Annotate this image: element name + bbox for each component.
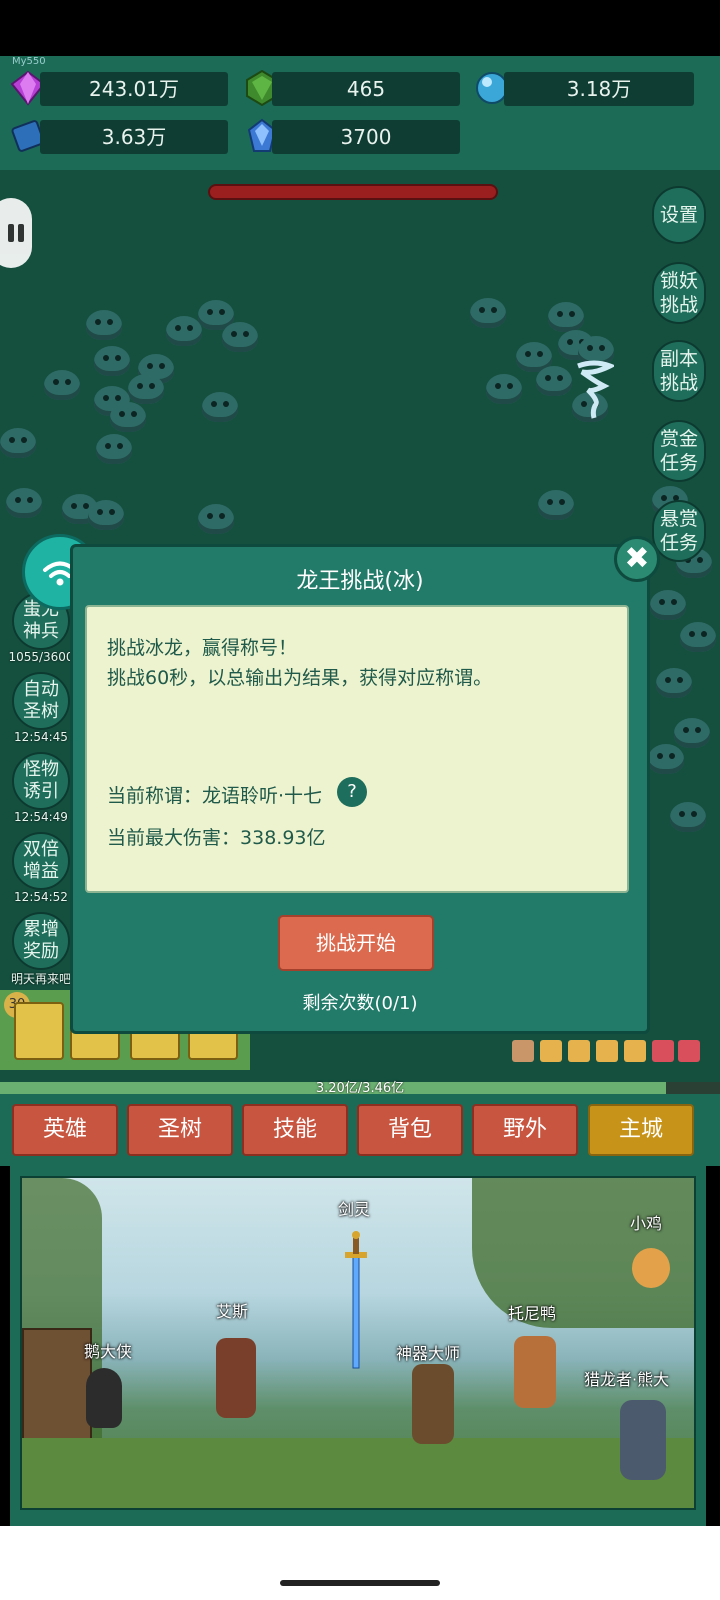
monster [166,316,202,346]
monster [470,298,506,328]
monster [648,744,684,774]
monster [202,392,238,422]
tab-skill[interactable]: 技能 [242,1104,348,1156]
main-tabs: 英雄 圣树 技能 背包 野外 主城 [0,1094,720,1166]
dungeon-challenge-button[interactable]: 副本 挑战 [652,340,706,402]
current-title-label: 当前称谓： [107,785,203,807]
pause-button[interactable] [0,198,32,268]
monster [670,802,706,832]
monster [198,504,234,534]
npc-label-goose-hero: 鹅大侠 [84,1342,133,1361]
dialog-body: 挑战冰龙，赢得称号！ 挑战60秒，以总输出为结果，获得对应称谓。 当前称谓：龙语… [85,605,629,893]
sword-spirit-icon [345,1231,367,1369]
monster [650,590,686,620]
player-tag: My550 [12,56,46,67]
system-nav-bar [0,1526,720,1600]
monster [0,428,36,458]
tab-wild[interactable]: 野外 [472,1104,578,1156]
double-buff-button[interactable]: 双倍 增益 [12,832,70,890]
buff-icon [512,1040,534,1062]
monster [88,500,124,530]
close-icon[interactable]: ✖ [614,536,660,582]
green-crystal-count: 465 [272,72,460,106]
monster-lure-button[interactable]: 怪物 诱引 [12,752,70,810]
main-city-scene: 剑灵 小鸡 艾斯 托尼鸭 鹅大侠 神器大师 猎龙者·熊大 [10,1166,706,1526]
current-title-value: 龙语聆听·十七 [202,785,323,807]
help-button[interactable]: ? [337,777,367,807]
tab-bag[interactable]: 背包 [357,1104,463,1156]
lock-demon-challenge-button[interactable]: 锁妖 挑战 [652,262,706,324]
buff-icon [652,1040,674,1062]
tab-holy-tree[interactable]: 圣树 [127,1104,233,1156]
buff-icons [512,1040,700,1064]
monster [222,322,258,352]
status-bar [0,0,720,56]
goose-hero[interactable] [86,1368,122,1428]
accumulate-reward-button[interactable]: 累增 奖励 [12,912,70,970]
buff-icon [568,1040,590,1062]
max-damage-label: 当前最大伤害： [107,827,241,849]
max-damage-value: 338.93亿 [240,827,326,849]
ace-hero[interactable] [216,1338,256,1418]
dragon-king-challenge-dialog: 龙王挑战(冰) 挑战冰龙，赢得称号！ 挑战60秒，以总输出为结果，获得对应称谓。… [70,544,650,1034]
artifact-master-hero[interactable] [412,1364,454,1444]
tony-duck-hero[interactable] [514,1336,556,1408]
monster [128,374,164,404]
npc-label-tony-duck: 托尼鸭 [508,1304,557,1323]
skill-slot[interactable] [14,1002,64,1060]
settings-button[interactable]: 设置 [652,186,706,244]
monster [96,434,132,464]
monster [538,490,574,520]
npc-label-dragon-hunter: 猎龙者·熊大 [584,1370,670,1389]
start-challenge-button[interactable]: 挑战开始 [278,915,434,971]
npc-label-sword-spirit: 剑灵 [338,1200,371,1219]
reward-task-button[interactable]: 悬赏 任务 [652,500,706,562]
remaining-attempts: 剩余次数(0/1) [302,993,418,1014]
resource-panel: My550 243.01万 465 3.18万 3.63万 3700 [0,56,720,170]
description-line-2: 挑战60秒，以总输出为结果，获得对应称谓。 [107,667,493,689]
dialog-title: 龙王挑战(冰) [296,569,424,594]
buff-icon [624,1040,646,1062]
orb-count: 3.18万 [504,72,694,106]
monster [486,374,522,404]
monster [548,302,584,332]
blue-crystal-count: 3700 [272,120,460,154]
chick-hero[interactable] [632,1248,670,1288]
chiyou-progress: 1055/3600 [8,650,74,664]
monster [86,310,122,340]
book-count: 3.63万 [40,120,228,154]
monster [44,370,80,400]
tab-hero[interactable]: 英雄 [12,1104,118,1156]
auto-tree-timer: 12:54:45 [14,730,68,744]
tab-main-city[interactable]: 主城 [588,1104,694,1156]
double-buff-timer: 12:54:52 [14,890,68,904]
npc-label-ace: 艾斯 [216,1302,249,1321]
npc-label-chick: 小鸡 [630,1214,663,1233]
boss-health-bar [208,184,498,200]
dragon-hunter-bear-hero[interactable] [620,1400,666,1480]
monster [656,668,692,698]
tornado-effect [577,360,614,419]
monster [680,622,716,652]
buff-icon [540,1040,562,1062]
accumulate-reward-status: 明天再来吧 [10,972,71,986]
ground [22,1438,694,1508]
home-indicator[interactable] [280,1580,440,1586]
current-title-row: 当前称谓：龙语聆听·十七 [107,781,322,808]
monster-lure-timer: 12:54:49 [14,810,68,824]
monster [110,402,146,432]
buff-icon [678,1040,700,1062]
bounty-task-button[interactable]: 赏金 任务 [652,420,706,482]
max-damage-row: 当前最大伤害：338.93亿 [107,823,326,850]
monster [6,488,42,518]
description-line-1: 挑战冰龙，赢得称号！ [107,637,298,659]
monster [674,718,710,748]
auto-tree-button[interactable]: 自动 圣树 [12,672,70,730]
buff-icon [596,1040,618,1062]
monster [536,366,572,396]
npc-label-artifact-master: 神器大师 [396,1344,461,1363]
monster [94,346,130,376]
gem-count: 243.01万 [40,72,228,106]
